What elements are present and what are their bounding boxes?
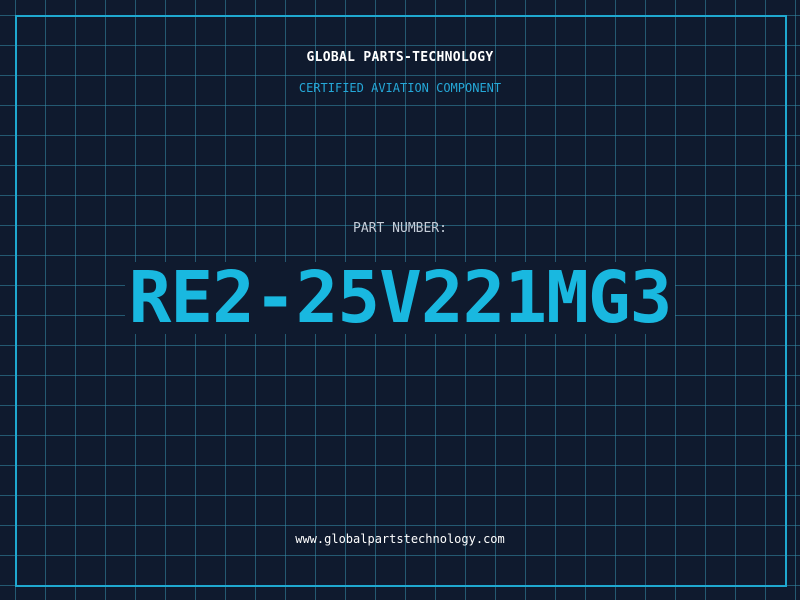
part-number-value: RE2-25V221MG3 — [124, 262, 676, 334]
certification-tagline: CERTIFIED AVIATION COMPONENT — [298, 81, 502, 95]
company-name: GLOBAL PARTS-TECHNOLOGY — [306, 50, 494, 65]
part-number-container: RE2-25V221MG3 — [0, 262, 800, 353]
part-label-card: GLOBAL PARTS-TECHNOLOGY CERTIFIED AVIATI… — [0, 0, 800, 600]
website-url: www.globalpartstechnology.com — [295, 532, 505, 546]
part-number-label: PART NUMBER: — [353, 221, 447, 236]
